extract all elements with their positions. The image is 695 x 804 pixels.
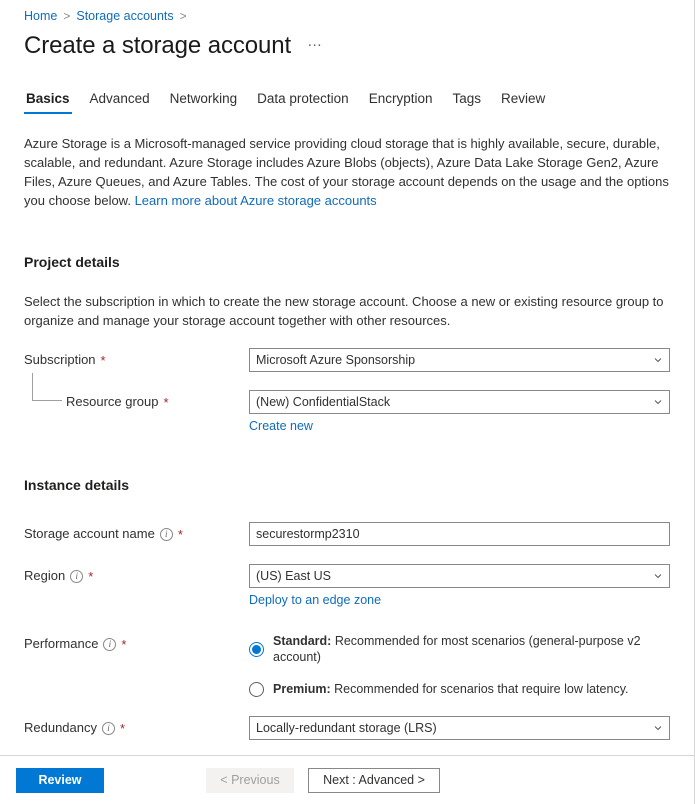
required-asterisk: * bbox=[88, 572, 93, 582]
region-label-group: Region i * bbox=[24, 564, 249, 584]
radio-selected-icon[interactable] bbox=[249, 642, 264, 657]
tab-data-protection[interactable]: Data protection bbox=[247, 91, 359, 114]
storage-account-name-input[interactable]: securestormp2310 bbox=[249, 522, 670, 546]
performance-label-group: Performance i * bbox=[24, 632, 249, 652]
performance-option-premium-desc: Recommended for scenarios that require l… bbox=[331, 682, 629, 696]
page-title: Create a storage account bbox=[24, 30, 291, 62]
wizard-footer: Review < Previous Next : Advanced > bbox=[0, 755, 694, 804]
subscription-dropdown[interactable]: Microsoft Azure Sponsorship bbox=[249, 348, 670, 372]
resource-group-control: (New) ConfidentialStack Create new bbox=[249, 390, 670, 433]
region-value: (US) East US bbox=[256, 569, 331, 583]
info-icon[interactable]: i bbox=[70, 570, 83, 583]
breadcrumb: Home > Storage accounts > bbox=[0, 0, 694, 24]
performance-option-premium[interactable]: Premium: Recommended for scenarios that … bbox=[249, 681, 670, 697]
performance-option-premium-label: Premium: Recommended for scenarios that … bbox=[273, 681, 628, 697]
more-actions-icon[interactable]: … bbox=[305, 37, 325, 47]
field-row-resource-group: Resource group * (New) ConfidentialStack… bbox=[24, 390, 670, 433]
info-icon[interactable]: i bbox=[160, 528, 173, 541]
resource-group-value: (New) ConfidentialStack bbox=[256, 395, 390, 409]
breadcrumb-item-storage-accounts[interactable]: Storage accounts bbox=[76, 8, 173, 24]
redundancy-dropdown[interactable]: Locally-redundant storage (LRS) bbox=[249, 716, 670, 740]
intro-paragraph: Azure Storage is a Microsoft-managed ser… bbox=[24, 134, 670, 210]
storage-account-name-label: Storage account name bbox=[24, 526, 155, 542]
subscription-label-group: Subscription * bbox=[24, 348, 249, 368]
performance-option-standard[interactable]: Standard: Recommended for most scenarios… bbox=[249, 633, 670, 665]
chevron-down-icon bbox=[654, 398, 662, 406]
next-advanced-button[interactable]: Next : Advanced > bbox=[308, 768, 440, 793]
chevron-down-icon bbox=[654, 356, 662, 364]
redundancy-value: Locally-redundant storage (LRS) bbox=[256, 721, 437, 735]
tab-tags[interactable]: Tags bbox=[442, 91, 491, 114]
tree-connector-icon bbox=[32, 373, 62, 401]
region-dropdown[interactable]: (US) East US bbox=[249, 564, 670, 588]
chevron-down-icon bbox=[654, 724, 662, 732]
performance-label: Performance bbox=[24, 636, 98, 652]
performance-radio-group: Standard: Recommended for most scenarios… bbox=[249, 632, 670, 697]
required-asterisk: * bbox=[121, 640, 126, 650]
redundancy-label: Redundancy bbox=[24, 720, 97, 736]
previous-button: < Previous bbox=[206, 768, 294, 793]
section-project-details-heading: Project details bbox=[24, 254, 670, 270]
field-row-performance: Performance i * Standard: Recommended fo… bbox=[24, 632, 670, 697]
region-label: Region bbox=[24, 568, 65, 584]
review-button[interactable]: Review bbox=[16, 768, 104, 793]
redundancy-label-group: Redundancy i * bbox=[24, 716, 249, 736]
deploy-edge-zone-link[interactable]: Deploy to an edge zone bbox=[249, 593, 381, 607]
tab-networking[interactable]: Networking bbox=[160, 91, 248, 114]
tab-basics[interactable]: Basics bbox=[16, 91, 80, 114]
tab-review[interactable]: Review bbox=[491, 91, 555, 114]
field-row-storage-account-name: Storage account name i * securestormp231… bbox=[24, 522, 670, 546]
field-row-subscription: Subscription * Microsoft Azure Sponsorsh… bbox=[24, 348, 670, 372]
storage-account-name-label-group: Storage account name i * bbox=[24, 522, 249, 542]
wizard-tabs: Basics Advanced Networking Data protecti… bbox=[0, 84, 694, 114]
tab-encryption[interactable]: Encryption bbox=[359, 91, 443, 114]
required-asterisk: * bbox=[101, 356, 106, 366]
storage-account-name-control: securestormp2310 bbox=[249, 522, 670, 546]
tab-advanced[interactable]: Advanced bbox=[80, 91, 160, 114]
info-icon[interactable]: i bbox=[102, 722, 115, 735]
section-project-details-description: Select the subscription in which to crea… bbox=[24, 292, 670, 330]
subscription-value: Microsoft Azure Sponsorship bbox=[256, 353, 415, 367]
performance-option-standard-label: Standard: Recommended for most scenarios… bbox=[273, 633, 670, 665]
create-new-resource-group-link[interactable]: Create new bbox=[249, 419, 313, 433]
resource-group-label: Resource group bbox=[66, 394, 159, 410]
breadcrumb-item-home[interactable]: Home bbox=[24, 8, 57, 24]
info-icon[interactable]: i bbox=[103, 638, 116, 651]
region-control: (US) East US Deploy to an edge zone bbox=[249, 564, 670, 607]
performance-option-premium-title: Premium: bbox=[273, 682, 331, 696]
subscription-label: Subscription bbox=[24, 352, 96, 368]
resource-group-dropdown[interactable]: (New) ConfidentialStack bbox=[249, 390, 670, 414]
radio-unselected-icon[interactable] bbox=[249, 682, 264, 697]
subscription-control: Microsoft Azure Sponsorship bbox=[249, 348, 670, 372]
resource-group-label-group: Resource group * bbox=[24, 390, 249, 410]
chevron-down-icon bbox=[654, 572, 662, 580]
field-row-redundancy: Redundancy i * Locally-redundant storage… bbox=[24, 716, 670, 740]
section-instance-details-heading: Instance details bbox=[24, 477, 670, 493]
performance-option-standard-title: Standard: bbox=[273, 634, 331, 648]
redundancy-control: Locally-redundant storage (LRS) bbox=[249, 716, 670, 740]
required-asterisk: * bbox=[164, 398, 169, 408]
required-asterisk: * bbox=[178, 530, 183, 540]
required-asterisk: * bbox=[120, 724, 125, 734]
storage-account-name-value: securestormp2310 bbox=[256, 527, 360, 541]
field-row-region: Region i * (US) East US Deploy to an edg… bbox=[24, 564, 670, 607]
page-header: Create a storage account … bbox=[0, 24, 694, 62]
breadcrumb-separator-icon-2: > bbox=[180, 8, 187, 24]
form-content: Azure Storage is a Microsoft-managed ser… bbox=[0, 134, 694, 740]
learn-more-link[interactable]: Learn more about Azure storage accounts bbox=[135, 193, 377, 208]
breadcrumb-separator-icon: > bbox=[63, 8, 70, 24]
